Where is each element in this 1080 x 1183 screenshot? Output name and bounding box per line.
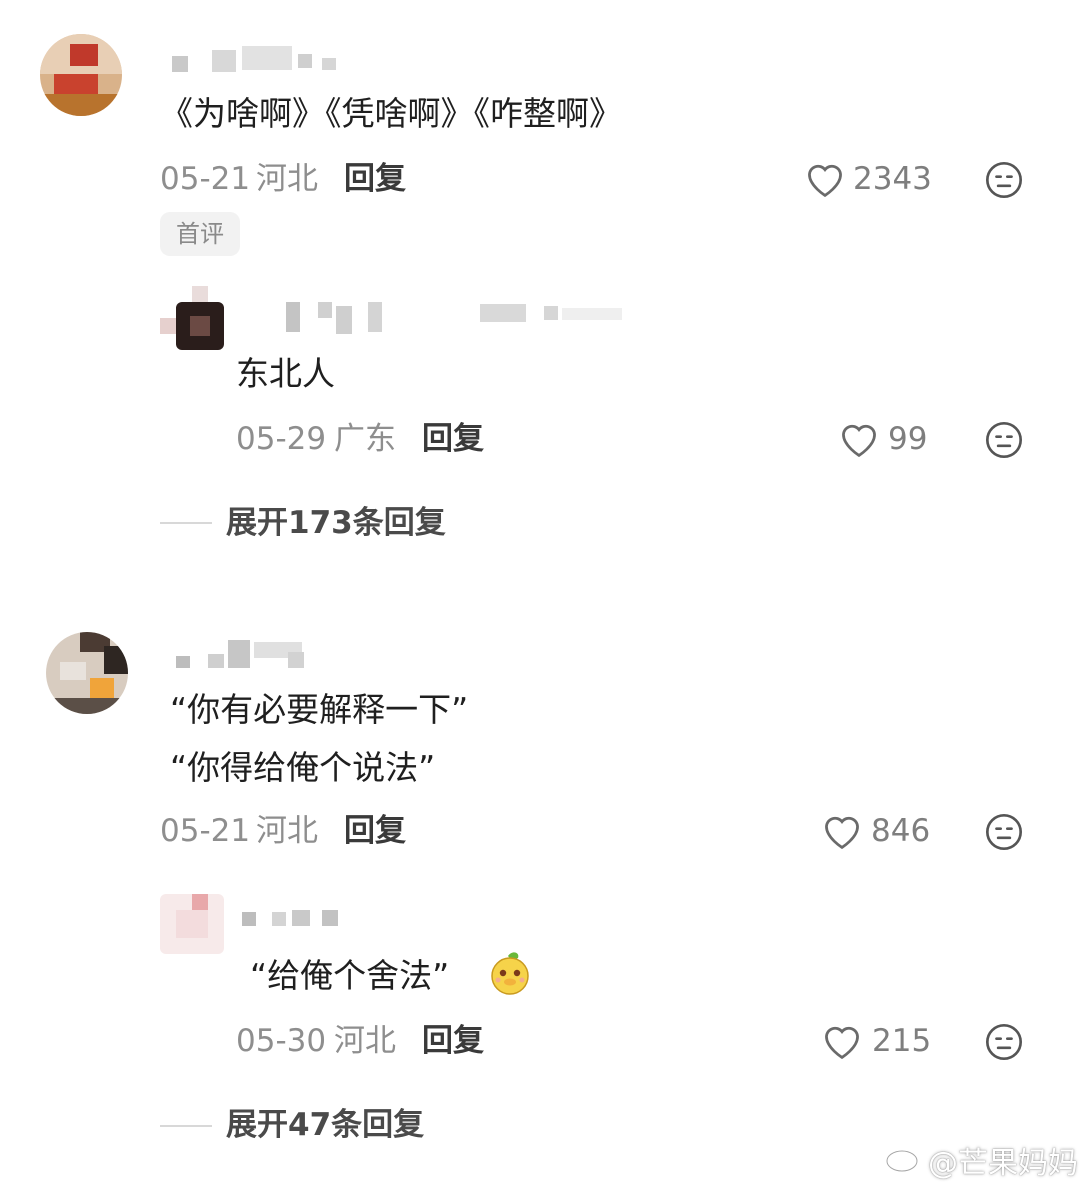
neutral-face-icon[interactable] — [984, 812, 1024, 852]
heart-outline-icon[interactable] — [821, 812, 863, 850]
comment-location: 河北 — [256, 161, 318, 197]
username-blurred[interactable] — [240, 904, 350, 934]
expand-replies-button[interactable]: 展开47条回复 — [226, 1106, 424, 1144]
reply-text: “给俺个舍法” — [250, 956, 450, 995]
like-count: 99 — [888, 421, 928, 457]
reply-button[interactable]: 回复 — [344, 812, 406, 850]
heart-outline-icon[interactable] — [804, 160, 846, 198]
username-blurred[interactable] — [272, 300, 632, 336]
comment-text-line: “你有必要解释一下” — [170, 690, 469, 729]
neutral-face-icon[interactable] — [984, 1022, 1024, 1062]
reply-text: 东北人 — [236, 354, 335, 393]
reply-button[interactable]: 回复 — [344, 160, 406, 198]
reply-button[interactable]: 回复 — [422, 420, 484, 458]
expand-divider — [160, 522, 212, 524]
expand-divider — [160, 1125, 212, 1127]
comment-date: 05-21 — [160, 813, 251, 849]
avatar-blur-edge — [160, 318, 176, 334]
heart-outline-icon[interactable] — [821, 1022, 863, 1060]
watermark-text: @芒果妈妈 — [928, 1146, 1078, 1181]
comment-date: 05-21 — [160, 161, 251, 197]
like-count: 846 — [871, 813, 931, 849]
username-blurred[interactable] — [172, 638, 312, 674]
username-blurred[interactable] — [172, 42, 342, 78]
avatar[interactable] — [46, 632, 128, 714]
weibo-logo-icon — [885, 1143, 922, 1173]
avatar[interactable] — [176, 302, 224, 350]
reply-date: 05-29 — [236, 421, 327, 457]
reply-location: 河北 — [334, 1023, 396, 1059]
first-comment-badge: 首评 — [160, 212, 240, 256]
avatar[interactable] — [40, 34, 122, 116]
like-count: 2343 — [853, 161, 932, 197]
neutral-face-icon[interactable] — [984, 420, 1024, 460]
like-count: 215 — [872, 1023, 932, 1059]
heart-outline-icon[interactable] — [838, 420, 880, 458]
neutral-face-icon[interactable] — [984, 160, 1024, 200]
mango-sticker-icon — [491, 952, 529, 995]
avatar-blur-edge — [192, 286, 208, 302]
reply-button[interactable]: 回复 — [422, 1022, 484, 1060]
avatar[interactable] — [160, 894, 224, 954]
expand-replies-button[interactable]: 展开173条回复 — [226, 504, 446, 542]
comment-text-line: “你得给俺个说法” — [170, 748, 436, 787]
comment-text: 《为啥啊》《凭啥啊》《咋整啊》 — [160, 94, 622, 133]
reply-location: 广东 — [334, 421, 396, 457]
reply-date: 05-30 — [236, 1023, 327, 1059]
comment-location: 河北 — [256, 813, 318, 849]
